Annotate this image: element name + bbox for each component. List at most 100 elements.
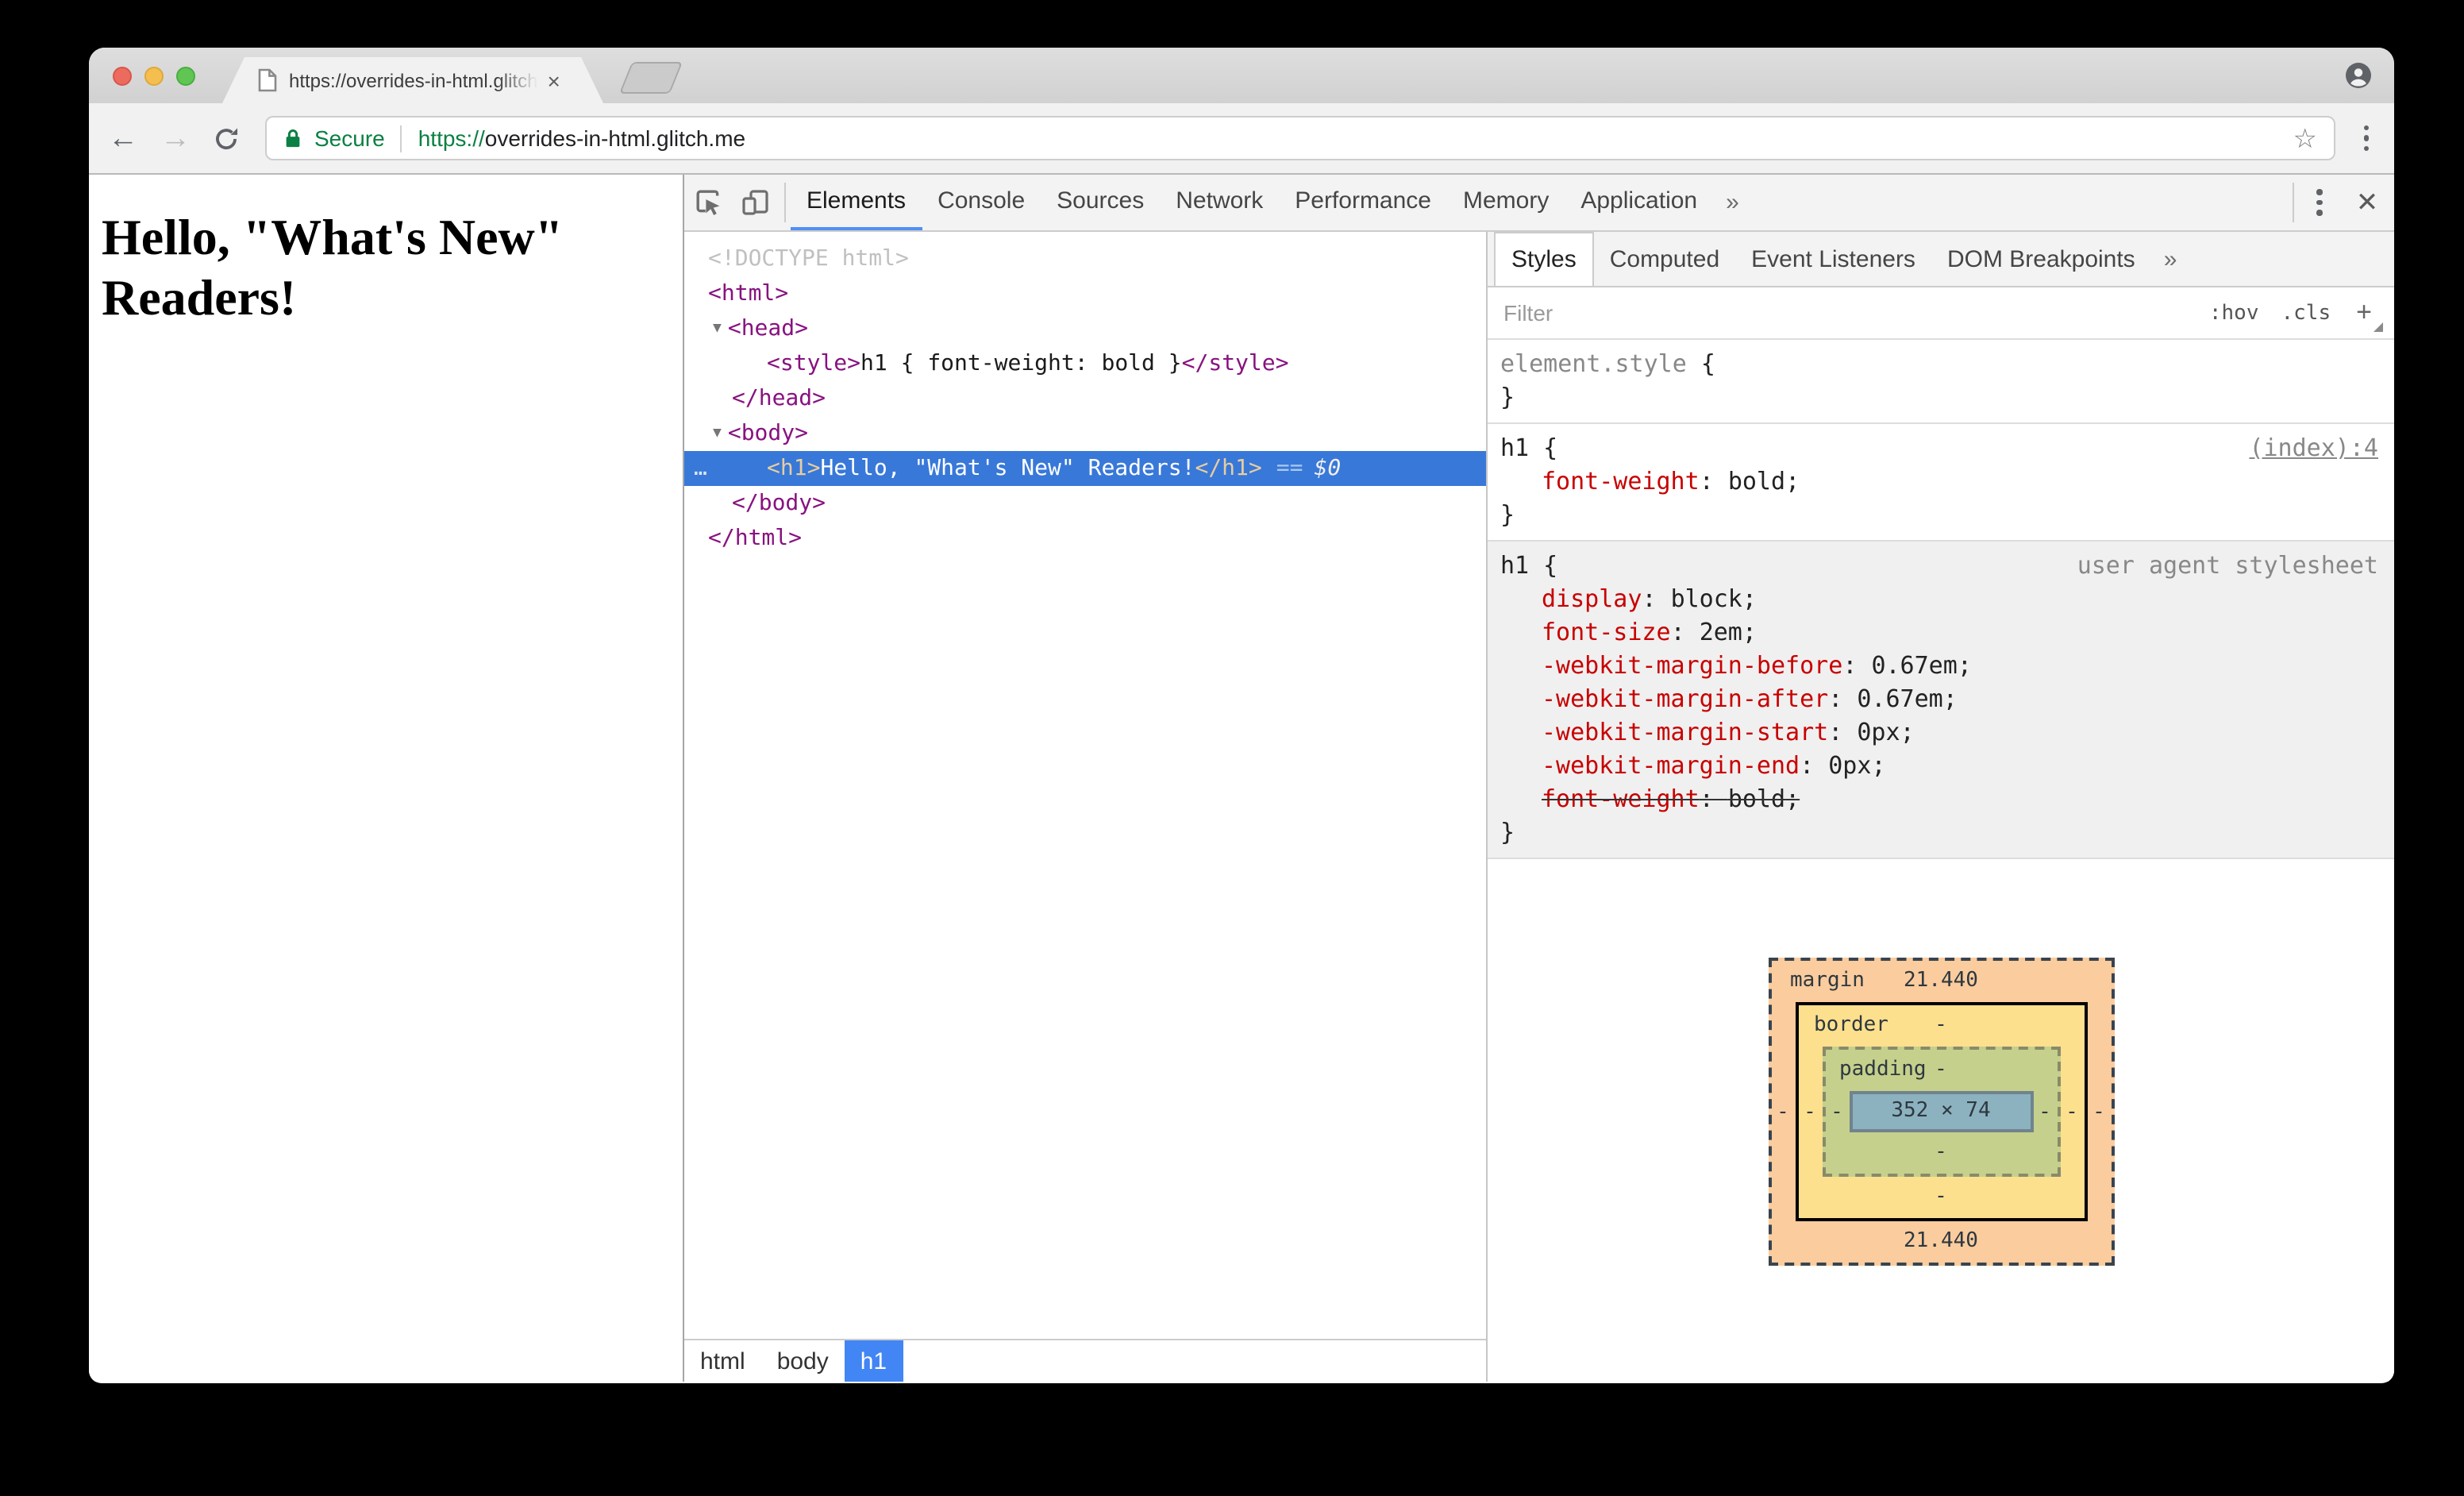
css-property-value[interactable]: bold [1728,785,1785,813]
bookmark-star-icon[interactable]: ☆ [2293,125,2318,152]
new-tab-button[interactable] [618,62,683,94]
css-property[interactable]: -webkit-margin-end: 0px; [1500,750,2378,783]
tree-token-tag: <style> [767,351,861,376]
tree-token-doctype: <!DOCTYPE html> [708,246,909,272]
styles-filter-input[interactable]: Filter [1503,300,1553,326]
sidebar-overflow-chevron[interactable]: » [2151,232,2190,286]
css-selector[interactable]: h1 [1500,434,1529,462]
css-property[interactable]: -webkit-margin-before: 0.67em; [1500,650,2378,683]
sidebar-tab-computed[interactable]: Computed [1594,232,1735,286]
margin-left-value[interactable]: - [1771,1002,1795,1221]
new-style-rule-button[interactable]: + [2356,298,2383,331]
page-heading: Hello, "What's New" Readers! [102,208,564,326]
tree-token-tag: <head> [727,316,808,341]
breadcrumb-item-body[interactable]: body [761,1340,845,1382]
css-colon: : [1642,584,1671,613]
address-bar[interactable]: Secure https://overrides-in-html.glitch.… [265,116,2335,160]
sidebar-tab-dom-breakpoints[interactable]: DOM Breakpoints [1931,232,2151,286]
css-property-value[interactable]: 0.67em [1871,651,1957,680]
border-label: border [1814,1013,1888,1037]
margin-bottom-value[interactable]: 21.440 [1904,1229,1978,1253]
devtools-menu-icon[interactable] [2299,175,2340,230]
tree-token-tag: <h1> [767,456,821,481]
css-property-value[interactable]: 2em [1700,618,1742,646]
css-property-name[interactable]: display [1542,584,1642,613]
css-property-name[interactable]: -webkit-margin-end [1542,751,1800,780]
browser-tab[interactable]: https://overrides-in-html.glitch × [222,57,603,103]
tree-row[interactable]: ▼ <head> [684,311,1486,346]
css-property[interactable]: -webkit-margin-start: 0px; [1500,716,2378,750]
profile-icon[interactable] [2345,62,2372,89]
devtools-tab-elements[interactable]: Elements [791,175,922,230]
devtools-tab-memory[interactable]: Memory [1447,175,1565,230]
padding-bottom-value[interactable]: - [1935,1140,1947,1164]
css-rule-header: user agent stylesheet h1 { [1500,549,2378,583]
css-property-value[interactable]: bold [1728,467,1785,495]
devtools-tab-sources[interactable]: Sources [1041,175,1160,230]
tree-row[interactable]: </body> [684,486,1486,521]
border-right-value[interactable]: - [2060,1047,2084,1177]
css-property-name[interactable]: font-weight [1542,467,1700,495]
browser-menu-icon[interactable] [2357,119,2375,158]
device-toolbar-button[interactable] [732,175,780,230]
tree-row[interactable]: ▼ <body> [684,416,1486,451]
sidebar-tab-styles[interactable]: Styles [1494,232,1594,286]
devtools-tab-network[interactable]: Network [1160,175,1279,230]
css-property-value[interactable]: 0px [1828,751,1871,780]
box-model-content[interactable]: 352 × 74 [1849,1091,2033,1132]
css-colon: : [1828,718,1858,746]
forward-button[interactable]: → [160,123,191,153]
css-property-name[interactable]: font-weight [1542,785,1700,813]
padding-top-value[interactable]: - [1935,1058,1947,1082]
tree-row[interactable]: … <h1>Hello, "What's New" Readers!</h1> ==… [684,451,1486,486]
breadcrumb-item-html[interactable]: html [684,1340,761,1382]
css-property[interactable]: font-weight: bold; [1500,465,2378,499]
breadcrumb-item-h1[interactable]: h1 [844,1340,903,1382]
close-window-button[interactable] [113,67,132,86]
sidebar-tab-event-listeners[interactable]: Event Listeners [1735,232,1931,286]
tree-row[interactable]: </html> [684,521,1486,556]
css-property[interactable]: display: block; [1500,583,2378,616]
border-bottom-value[interactable]: - [1935,1185,1947,1209]
inspect-element-button[interactable] [684,175,732,230]
css-property-name[interactable]: -webkit-margin-after [1542,684,1828,713]
devtools-tab-performance[interactable]: Performance [1279,175,1447,230]
css-property-value[interactable]: block [1671,584,1742,613]
minimize-window-button[interactable] [144,67,164,86]
devtools-tab-console[interactable]: Console [922,175,1041,230]
cls-toggle-button[interactable]: .cls [2281,301,2331,325]
devtools-tab-application[interactable]: Application [1565,175,1713,230]
border-left-value[interactable]: - [1798,1047,1822,1177]
css-property-value[interactable]: 0px [1857,718,1900,746]
css-selector[interactable]: element.style [1500,349,1687,378]
css-property-name[interactable]: -webkit-margin-start [1542,718,1828,746]
tree-row[interactable]: <style>h1 { font-weight: bold }</style> [684,346,1486,381]
hov-toggle-button[interactable]: :hov [2209,301,2259,325]
css-property-name[interactable]: font-size [1542,618,1671,646]
border-top-value[interactable]: - [1935,1013,1947,1037]
css-property[interactable]: font-weight: bold; [1500,783,2378,816]
tab-close-icon[interactable]: × [547,69,560,91]
window-controls [113,67,195,86]
stylesheet-source-link[interactable]: (index):4 [2249,432,2378,465]
padding-right-value[interactable]: - [2033,1091,2057,1132]
margin-top-value[interactable]: 21.440 [1904,969,1978,993]
devtools-close-icon[interactable]: ✕ [2340,175,2394,230]
css-property[interactable]: font-size: 2em; [1500,616,2378,650]
tree-row[interactable]: <!DOCTYPE html> [684,241,1486,276]
margin-right-value[interactable]: - [2087,1002,2111,1221]
css-property[interactable]: -webkit-margin-after: 0.67em; [1500,683,2378,716]
back-button[interactable]: ← [108,123,138,153]
margin-label: margin [1790,969,1865,993]
reload-button[interactable] [213,125,240,152]
css-property-value[interactable]: 0.67em [1857,684,1942,713]
tree-token-arrow: ▼ [713,426,722,441]
css-selector[interactable]: h1 [1500,551,1529,580]
tree-row[interactable]: </head> [684,381,1486,416]
stylesheet-origin-label: user agent stylesheet [2077,551,2378,580]
padding-left-value[interactable]: - [1825,1091,1849,1132]
panel-overflow-chevron[interactable]: » [1713,175,1752,230]
zoom-window-button[interactable] [176,67,195,86]
css-property-name[interactable]: -webkit-margin-before [1542,651,1842,680]
tree-row[interactable]: <html> [684,276,1486,311]
